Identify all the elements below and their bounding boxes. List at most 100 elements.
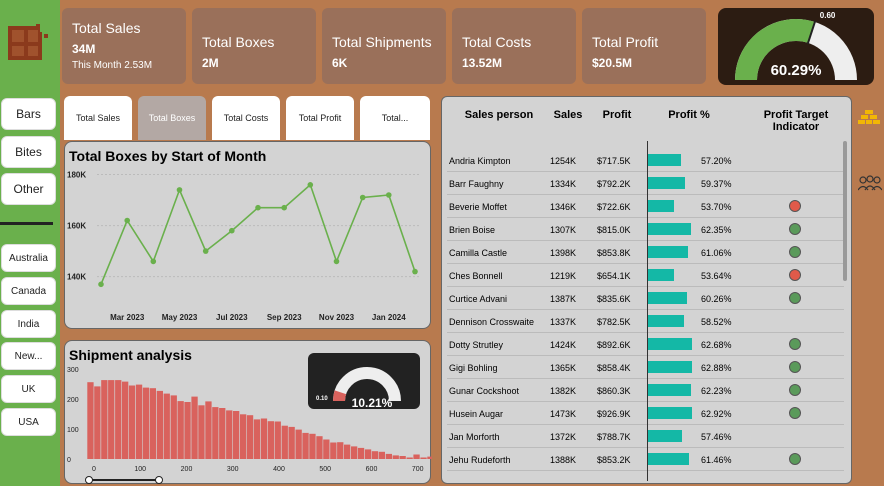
table-row[interactable]: Brien Boise 1307K $815.0K 62.35% — [447, 218, 844, 241]
data-point[interactable] — [176, 187, 183, 193]
histogram-bar[interactable] — [198, 405, 205, 459]
col-header-sales-person[interactable]: Sales person — [454, 109, 544, 121]
table-row[interactable]: Husein Augar 1473K $926.9K 62.92% — [447, 402, 844, 425]
data-point[interactable] — [202, 248, 209, 254]
histogram-bar[interactable] — [399, 456, 406, 459]
data-point[interactable] — [255, 204, 261, 211]
tab-total-profit[interactable]: Total Profit — [286, 96, 354, 140]
histogram-bar[interactable] — [406, 457, 413, 460]
slicer-country-4[interactable]: UK — [1, 375, 56, 403]
table-row[interactable]: Beverie Moffet 1346K $722.6K 53.70% — [447, 195, 844, 218]
col-header-profit-target[interactable]: Profit Target Indicator — [742, 109, 850, 133]
tab-total-boxes[interactable]: Total Boxes — [138, 96, 206, 140]
histogram-bar[interactable] — [163, 393, 170, 459]
table-row[interactable]: Dennison Crosswaite 1337K $782.5K 58.52% — [447, 310, 844, 333]
histogram-bar[interactable] — [288, 426, 295, 459]
histogram-bar[interactable] — [191, 396, 198, 459]
histogram-bar[interactable] — [427, 456, 432, 459]
slicer-product-2[interactable]: Other — [1, 173, 56, 205]
tab-total-sales[interactable]: Total Sales — [64, 96, 132, 140]
col-header-profit-pct[interactable]: Profit % — [652, 109, 726, 121]
data-point[interactable] — [307, 182, 314, 188]
coins-icon[interactable] — [858, 108, 880, 130]
data-point[interactable] — [150, 258, 157, 265]
data-point[interactable] — [124, 217, 130, 224]
histogram-bar[interactable] — [344, 444, 351, 459]
histogram-bar[interactable] — [177, 401, 184, 459]
data-point[interactable] — [412, 268, 418, 275]
histogram-bar[interactable] — [226, 410, 233, 459]
range-slider-track[interactable] — [89, 479, 161, 481]
histogram-bar[interactable] — [253, 419, 261, 459]
table-row[interactable]: Gunar Cockshoot 1382K $860.3K 62.23% — [447, 379, 844, 402]
slicer-country-3[interactable]: New... — [1, 342, 56, 370]
slicer-country-2[interactable]: India — [1, 310, 56, 338]
histogram-bar[interactable] — [295, 429, 302, 459]
histogram-bar[interactable] — [330, 442, 337, 460]
histogram-bar[interactable] — [371, 451, 379, 459]
histogram-bar[interactable] — [302, 432, 309, 459]
table-row[interactable]: Gigi Bohling 1365K $858.4K 62.88% — [447, 356, 844, 379]
histogram-bar[interactable] — [156, 390, 163, 459]
slicer-product-1[interactable]: Bites — [1, 136, 56, 168]
histogram-bar[interactable] — [170, 395, 177, 459]
histogram-bar[interactable] — [337, 442, 344, 459]
table-row[interactable]: Barr Faughny 1334K $792.2K 59.37% — [447, 172, 844, 195]
histogram-bar[interactable] — [392, 455, 399, 459]
slicer-country-0[interactable]: Australia — [1, 244, 56, 272]
histogram-bar[interactable] — [281, 425, 288, 459]
table-row[interactable]: Jehu Rudeforth 1388K $853.2K 61.46% — [447, 448, 844, 471]
table-row[interactable]: Andria Kimpton 1254K $717.5K 57.20% — [447, 149, 844, 172]
histogram-bar[interactable] — [240, 414, 247, 459]
histogram-bar[interactable] — [378, 451, 385, 459]
range-slider-handle-start[interactable] — [85, 476, 93, 484]
data-point[interactable] — [281, 204, 287, 211]
tab-more[interactable]: Total... — [360, 96, 430, 140]
histogram-bar[interactable] — [413, 454, 420, 460]
histogram-bar[interactable] — [212, 407, 219, 459]
table-row[interactable]: Jan Morforth 1372K $788.7K 57.46% — [447, 425, 844, 448]
histogram-bar[interactable] — [246, 415, 254, 459]
histogram-bar[interactable] — [128, 385, 136, 460]
range-slider-handle-end[interactable] — [155, 476, 163, 484]
histogram-bar[interactable] — [101, 380, 108, 459]
data-point[interactable] — [359, 194, 366, 201]
histogram-bar[interactable] — [219, 408, 226, 459]
slicer-product-0[interactable]: Bars — [1, 98, 56, 130]
histogram-bar[interactable] — [309, 433, 316, 459]
table-scrollbar[interactable] — [843, 141, 847, 281]
data-point[interactable] — [98, 281, 104, 288]
histogram-bar[interactable] — [142, 387, 150, 459]
histogram-bar[interactable] — [149, 388, 156, 459]
table-row[interactable]: Ches Bonnell 1219K $654.1K 53.64% — [447, 264, 844, 287]
histogram-bar[interactable] — [323, 439, 330, 460]
table-row[interactable]: Dotty Strutley 1424K $892.6K 62.68% — [447, 333, 844, 356]
col-header-profit[interactable]: Profit — [592, 109, 642, 121]
histogram-bar[interactable] — [385, 453, 392, 459]
slicer-country-5[interactable]: USA — [1, 408, 56, 436]
histogram-bar[interactable] — [364, 449, 372, 459]
histogram-bar[interactable] — [267, 421, 274, 459]
slicer-country-1[interactable]: Canada — [1, 277, 56, 305]
histogram-bar[interactable] — [316, 436, 323, 459]
table-row[interactable]: Curtice Advani 1387K $835.6K 60.26% — [447, 287, 844, 310]
histogram-bar[interactable] — [108, 380, 115, 459]
tab-total-costs[interactable]: Total Costs — [212, 96, 280, 140]
histogram-bar[interactable] — [233, 411, 240, 459]
histogram-bar[interactable] — [184, 402, 191, 459]
col-header-sales[interactable]: Sales — [546, 109, 590, 121]
data-point[interactable] — [229, 227, 235, 234]
histogram-bar[interactable] — [115, 380, 122, 459]
histogram-bar[interactable] — [357, 447, 365, 459]
data-point[interactable] — [386, 192, 392, 198]
histogram-bar[interactable] — [260, 418, 268, 460]
table-row[interactable]: Camilla Castle 1398K $853.8K 61.06% — [447, 241, 844, 264]
histogram-bar[interactable] — [420, 457, 427, 460]
people-icon[interactable] — [858, 175, 882, 191]
histogram-bar[interactable] — [205, 401, 212, 459]
histogram-bar[interactable] — [122, 381, 129, 459]
histogram-bar[interactable] — [135, 384, 143, 459]
histogram-bar[interactable] — [94, 386, 101, 459]
histogram-bar[interactable] — [274, 421, 281, 460]
histogram-bar[interactable] — [87, 382, 94, 459]
